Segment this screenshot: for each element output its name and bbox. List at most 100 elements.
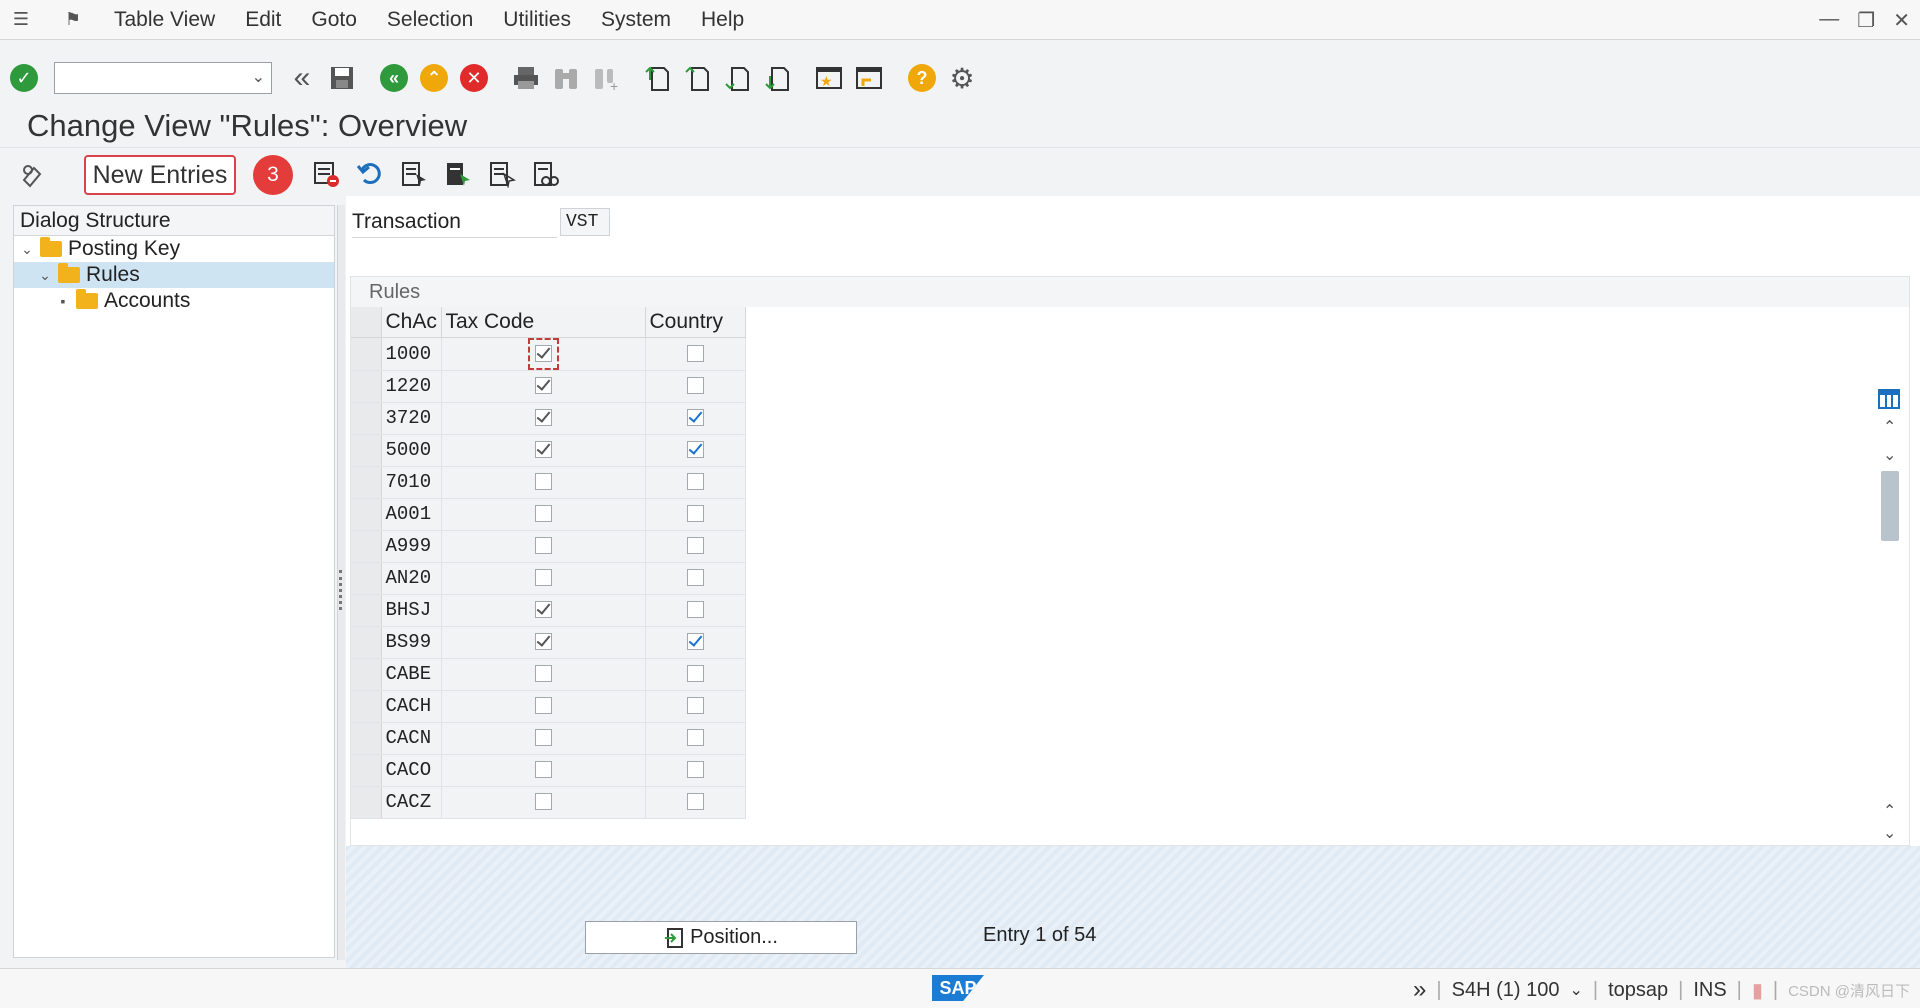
scroll-up-icon[interactable]: ⌃ bbox=[1883, 417, 1896, 437]
double-chevron-right-icon[interactable]: » bbox=[1413, 976, 1426, 1004]
row-selector[interactable] bbox=[351, 722, 382, 755]
scroll-thumb[interactable] bbox=[1881, 471, 1899, 541]
tax-code-checkbox[interactable] bbox=[534, 473, 552, 491]
scroll-page-up-icon[interactable]: ⌃ bbox=[1883, 801, 1896, 821]
insert-mode[interactable]: INS bbox=[1693, 979, 1726, 1002]
country-checkbox[interactable] bbox=[686, 793, 704, 811]
shortcut-button[interactable] bbox=[854, 62, 886, 94]
previous-page-button[interactable] bbox=[682, 62, 714, 94]
print-view-icon[interactable] bbox=[532, 160, 560, 188]
column-header-chac[interactable]: ChAc bbox=[381, 307, 442, 338]
column-header-country[interactable]: Country bbox=[645, 307, 746, 338]
tax-code-checkbox[interactable] bbox=[534, 377, 552, 395]
find-button[interactable] bbox=[550, 62, 582, 94]
pin-icon[interactable]: ⚑ bbox=[62, 9, 84, 31]
tax-code-checkbox[interactable] bbox=[534, 409, 552, 427]
column-header-tax-code[interactable]: Tax Code bbox=[441, 307, 646, 338]
command-field[interactable]: ⌄ bbox=[54, 62, 272, 94]
menu-help[interactable]: Help bbox=[701, 8, 744, 32]
last-page-button[interactable] bbox=[762, 62, 794, 94]
save-button[interactable] bbox=[326, 62, 358, 94]
enter-button[interactable]: ✓ bbox=[8, 62, 40, 94]
tax-code-checkbox[interactable] bbox=[534, 793, 552, 811]
undo-icon[interactable] bbox=[356, 160, 384, 188]
tax-code-checkbox[interactable] bbox=[534, 697, 552, 715]
select-all-icon[interactable] bbox=[400, 160, 428, 188]
country-checkbox[interactable] bbox=[686, 697, 704, 715]
menu-selection[interactable]: Selection bbox=[387, 8, 473, 32]
tree-node-posting-key[interactable]: ⌄ Posting Key bbox=[14, 236, 334, 262]
scroll-page-down-icon[interactable]: ⌄ bbox=[1883, 823, 1896, 843]
country-checkbox[interactable] bbox=[686, 633, 704, 651]
country-checkbox[interactable] bbox=[686, 569, 704, 587]
print-button[interactable] bbox=[510, 62, 542, 94]
tree-node-accounts[interactable]: ▪ Accounts bbox=[14, 288, 334, 314]
country-checkbox[interactable] bbox=[686, 344, 704, 362]
country-checkbox[interactable] bbox=[686, 729, 704, 747]
delete-row-icon[interactable] bbox=[312, 160, 340, 188]
tax-code-checkbox[interactable] bbox=[534, 601, 552, 619]
help-button[interactable]: ? bbox=[906, 62, 938, 94]
exit-button[interactable]: ⌃ bbox=[418, 62, 450, 94]
select-all-column-header[interactable] bbox=[351, 307, 382, 338]
row-selector[interactable] bbox=[351, 466, 382, 499]
system-id[interactable]: S4H (1) 100 bbox=[1452, 979, 1560, 1002]
deselect-all-icon[interactable] bbox=[488, 160, 516, 188]
row-selector[interactable] bbox=[351, 370, 382, 403]
back-button[interactable]: « bbox=[378, 62, 410, 94]
country-checkbox[interactable] bbox=[686, 761, 704, 779]
row-selector[interactable] bbox=[351, 402, 382, 435]
row-selector[interactable] bbox=[351, 786, 382, 819]
row-selector[interactable] bbox=[351, 754, 382, 787]
country-checkbox[interactable] bbox=[686, 441, 704, 459]
row-selector[interactable] bbox=[351, 626, 382, 659]
row-selector[interactable] bbox=[351, 562, 382, 595]
tax-code-checkbox[interactable] bbox=[534, 441, 552, 459]
tree-node-rules[interactable]: ⌄ Rules bbox=[14, 262, 334, 288]
tax-code-checkbox[interactable] bbox=[534, 729, 552, 747]
chevron-down-icon[interactable]: ⌄ bbox=[1569, 980, 1582, 1000]
tax-code-checkbox[interactable] bbox=[534, 505, 552, 523]
tax-code-checkbox[interactable] bbox=[534, 537, 552, 555]
country-checkbox[interactable] bbox=[686, 537, 704, 555]
vertical-scrollbar[interactable]: ⌃ ⌄ ⌃ ⌄ bbox=[1877, 387, 1903, 887]
country-checkbox[interactable] bbox=[686, 409, 704, 427]
row-selector[interactable] bbox=[351, 658, 382, 691]
command-input[interactable] bbox=[55, 63, 240, 93]
country-checkbox[interactable] bbox=[686, 377, 704, 395]
country-checkbox[interactable] bbox=[686, 665, 704, 683]
row-selector[interactable] bbox=[351, 337, 382, 371]
menu-goto[interactable]: Goto bbox=[311, 8, 357, 32]
row-selector[interactable] bbox=[351, 594, 382, 627]
splitter-grip[interactable] bbox=[339, 570, 343, 610]
settings-button[interactable]: ⚙ bbox=[946, 62, 978, 94]
close-window-icon[interactable]: ✕ bbox=[1893, 8, 1910, 33]
tax-code-checkbox[interactable] bbox=[534, 633, 552, 651]
tax-code-checkbox[interactable] bbox=[534, 569, 552, 587]
select-block-icon[interactable] bbox=[444, 160, 472, 188]
country-checkbox[interactable] bbox=[686, 601, 704, 619]
next-page-button[interactable] bbox=[722, 62, 754, 94]
collapse-button[interactable]: « bbox=[286, 61, 318, 94]
chevron-down-icon[interactable]: ⌄ bbox=[20, 236, 34, 262]
find-next-button[interactable]: + bbox=[590, 62, 622, 94]
panel-splitter[interactable] bbox=[337, 205, 345, 960]
row-selector[interactable] bbox=[351, 434, 382, 467]
scroll-down-icon[interactable]: ⌄ bbox=[1883, 445, 1896, 465]
tax-code-checkbox[interactable] bbox=[534, 665, 552, 683]
minimize-icon[interactable]: — bbox=[1819, 8, 1839, 33]
first-page-button[interactable] bbox=[642, 62, 674, 94]
row-selector[interactable] bbox=[351, 690, 382, 723]
row-selector[interactable] bbox=[351, 498, 382, 531]
display-change-icon[interactable] bbox=[20, 160, 48, 188]
position-button[interactable]: Position... bbox=[585, 921, 857, 954]
country-checkbox[interactable] bbox=[686, 505, 704, 523]
restore-icon[interactable]: ❐ bbox=[1857, 8, 1875, 33]
table-settings-icon[interactable] bbox=[1877, 387, 1901, 411]
menu-utilities[interactable]: Utilities bbox=[503, 8, 571, 32]
tax-code-checkbox[interactable] bbox=[534, 344, 552, 362]
tax-code-checkbox[interactable] bbox=[534, 761, 552, 779]
create-session-button[interactable]: ★ bbox=[814, 62, 846, 94]
menu-table-view[interactable]: Table View bbox=[114, 8, 215, 32]
new-entries-button[interactable]: New Entries bbox=[84, 155, 236, 195]
